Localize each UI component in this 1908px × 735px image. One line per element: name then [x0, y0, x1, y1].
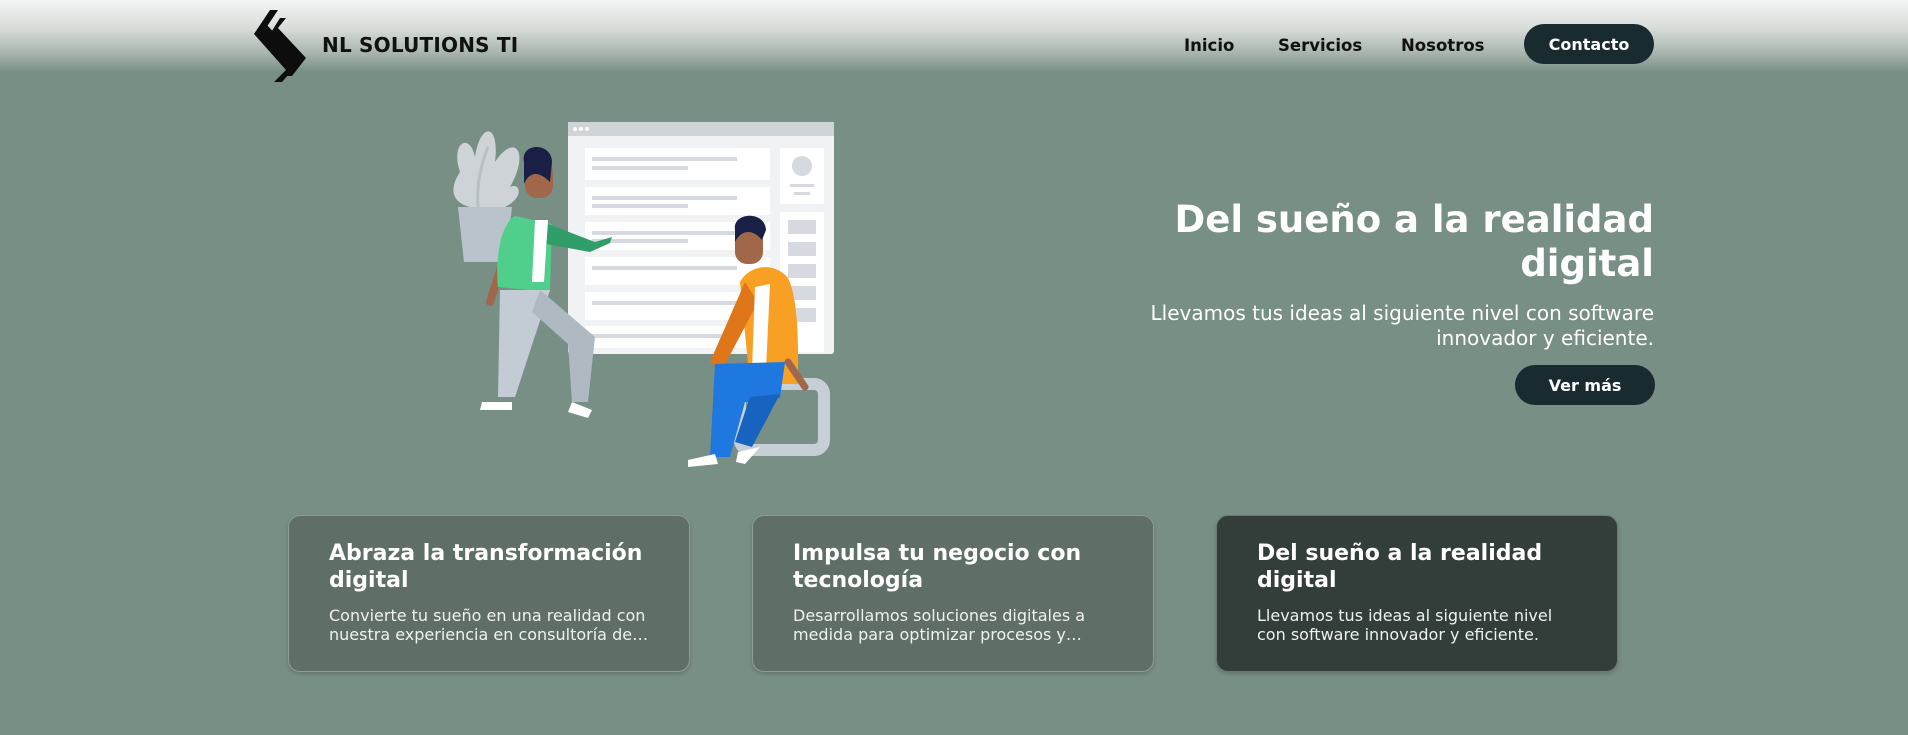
feature-card-description: Llevamos tus ideas al siguiente nivel co… — [1257, 606, 1553, 644]
hero-illustration — [453, 122, 834, 467]
site-header: NL SOLUTIONS TI Inicio Servicios Nosotro… — [0, 0, 1908, 82]
see-more-button[interactable]: Ver más — [1515, 365, 1655, 405]
main-nav: Inicio Servicios Nosotros Contacto — [0, 24, 1908, 64]
hero-subtitle: Llevamos tus ideas al siguiente nivel co… — [1150, 301, 1654, 350]
feature-card[interactable]: Abraza la transformación digital Convier… — [288, 515, 690, 672]
contact-button[interactable]: Contacto — [1524, 24, 1654, 64]
feature-card-title: Del sueño a la realidad digital — [1257, 541, 1543, 593]
feature-card-title: Impulsa tu negocio con tecnología — [793, 541, 1082, 593]
feature-card-active[interactable]: Del sueño a la realidad digital Llevamos… — [1216, 515, 1618, 672]
nav-link-servicios[interactable]: Servicios — [1278, 36, 1362, 55]
hero-title: Del sueño a la realidad digital — [1174, 198, 1654, 285]
feature-card-title: Abraza la transformación digital — [329, 541, 643, 593]
nav-link-inicio[interactable]: Inicio — [1184, 36, 1234, 55]
feature-card[interactable]: Impulsa tu negocio con tecnología Desarr… — [752, 515, 1154, 672]
feature-card-description: Desarrollamos soluciones digitales a med… — [793, 606, 1086, 644]
feature-card-description: Convierte tu sueño en una realidad con n… — [329, 606, 649, 644]
nav-link-nosotros[interactable]: Nosotros — [1401, 36, 1484, 55]
